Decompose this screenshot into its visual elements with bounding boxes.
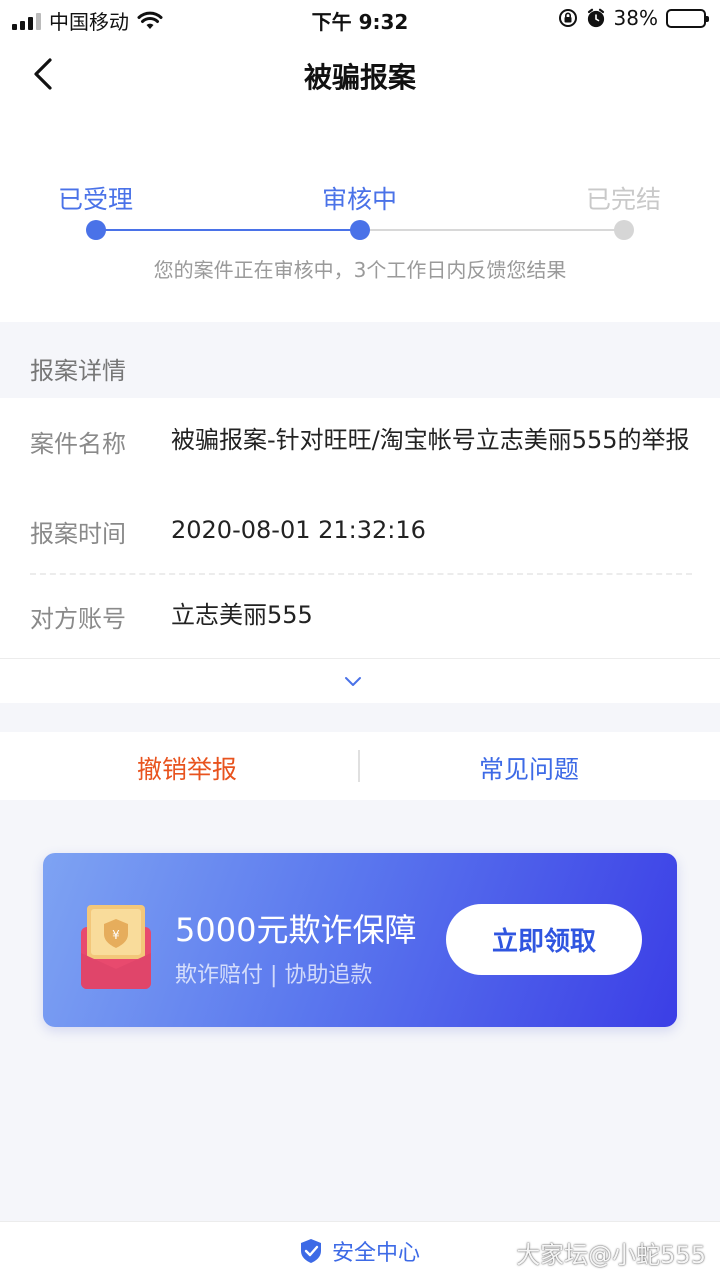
orientation-lock-icon [558, 9, 577, 27]
banner-subtitle: 欺诈赔付 | 协助追款 [175, 963, 373, 988]
section-title-details: 报案详情 [30, 357, 126, 385]
step-dot-closed [614, 220, 634, 240]
progress-hint: 您的案件正在审核中，3个工作日内反馈您结果 [153, 258, 567, 282]
step-label-accepted: 已受理 [58, 185, 134, 214]
progress-track-done [96, 229, 360, 231]
step-label-closed: 已完结 [586, 185, 662, 214]
battery-percent: 38% [613, 6, 658, 30]
case-name-label: 案件名称 [30, 430, 126, 458]
shield-check-icon [301, 1239, 321, 1263]
alarm-icon [587, 8, 604, 28]
page-title: 被骗报案 [303, 61, 416, 94]
status-right: 38% [558, 6, 709, 30]
red-envelope-icon: ¥ [81, 905, 151, 989]
counterparty-account-value: 立志美丽555 [171, 601, 313, 629]
revoke-report-button[interactable]: 撤销举报 [137, 750, 237, 786]
report-time-label: 报案时间 [30, 520, 126, 548]
footer-brand: 安全中心 [298, 1235, 420, 1267]
step-dot-reviewing [350, 220, 370, 240]
svg-text:¥: ¥ [112, 928, 120, 942]
battery-icon [666, 8, 709, 28]
details-card: 案件名称 被骗报案-针对旺旺/淘宝帐号立志美丽555的举报 报案时间 2020-… [0, 398, 720, 703]
report-time-value: 2020-08-01 21:32:16 [171, 516, 426, 544]
faq-button[interactable]: 常见问题 [479, 750, 579, 786]
footer-brand-label: 安全中心 [332, 1241, 421, 1266]
progress-track-pending [360, 229, 624, 231]
action-bar: 撤销举报 常见问题 [0, 732, 720, 800]
status-bar: 中国移动 下午 9:32 38% [0, 0, 720, 38]
dashed-divider [30, 573, 692, 575]
fraud-protection-banner[interactable]: ¥ 5000元欺诈保障 欺诈赔付 | 协助追款 立即领取 [43, 853, 677, 1027]
step-label-reviewing: 审核中 [322, 185, 398, 214]
footer: 安全中心 大家坛@小蛇555 [0, 1221, 720, 1280]
claim-now-button[interactable]: 立即领取 [446, 904, 642, 975]
watermark: 大家坛@小蛇555 [516, 1241, 706, 1269]
step-dot-accepted [86, 220, 106, 240]
case-name-value: 被骗报案-针对旺旺/淘宝帐号立志美丽555的举报 [171, 426, 690, 454]
details-divider [0, 658, 720, 659]
banner-title: 5000元欺诈保障 [175, 911, 417, 949]
action-separator [358, 750, 360, 782]
chevron-down-icon[interactable] [343, 674, 363, 688]
counterparty-account-label: 对方账号 [30, 605, 126, 633]
